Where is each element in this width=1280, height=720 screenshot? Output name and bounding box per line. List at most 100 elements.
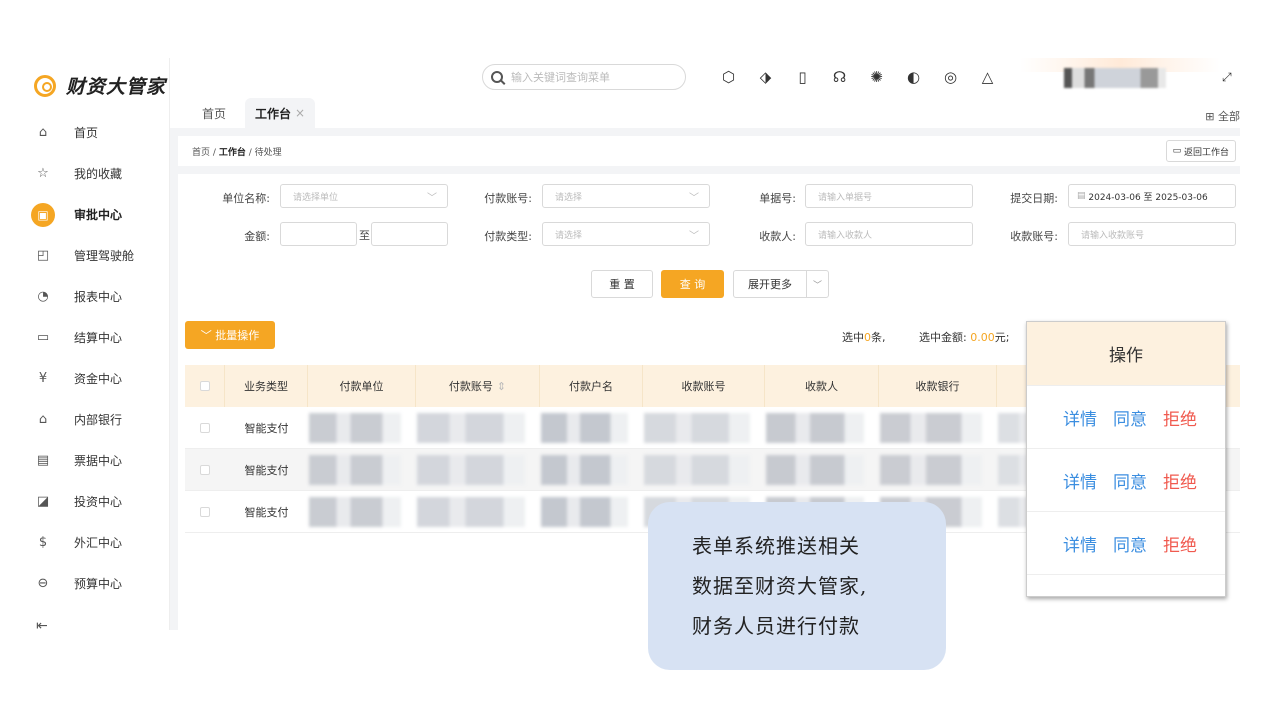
fullscreen-icon[interactable]: ⤢ bbox=[1222, 70, 1232, 85]
settings-icon[interactable]: ◎ bbox=[932, 68, 969, 86]
sidebar-item[interactable]: ⊖ 预算中心 bbox=[22, 563, 170, 604]
row-checkbox[interactable] bbox=[200, 465, 210, 475]
monitor-icon: ▭ bbox=[1172, 146, 1184, 156]
menu-search-input[interactable]: 输入关键词查询菜单 bbox=[482, 64, 686, 90]
bell-icon[interactable]: △ bbox=[969, 68, 1006, 86]
sidebar-item[interactable]: ⌂ 内部银行 bbox=[22, 399, 170, 440]
tab-workbench[interactable]: 工作台 × bbox=[245, 98, 316, 128]
sidebar-item[interactable]: ◪ 投资中心 bbox=[22, 481, 170, 522]
cube-icon[interactable]: ⬡ bbox=[710, 68, 747, 86]
amount-min-input[interactable] bbox=[280, 222, 357, 246]
sidebar-item[interactable]: ▭ 结算中心 bbox=[22, 317, 170, 358]
reject-link[interactable]: 拒绝 bbox=[1163, 405, 1197, 430]
wallet-icon: ▭ bbox=[36, 330, 50, 345]
redacted-cell bbox=[880, 455, 982, 485]
chevron-down-icon: ﹀ bbox=[200, 329, 216, 342]
col-payee: 收款人 bbox=[765, 365, 879, 407]
expand-more-button[interactable]: 展开更多 ﹀ bbox=[733, 270, 829, 298]
all-tabs-button[interactable]: ⊞ 全部 bbox=[1205, 108, 1240, 124]
reject-link[interactable]: 拒绝 bbox=[1163, 531, 1197, 556]
recv-account-input[interactable]: 请输入收款账号 bbox=[1068, 222, 1236, 246]
recv-account-placeholder: 请输入收款账号 bbox=[1081, 230, 1145, 241]
sidebar-item-label: 票据中心 bbox=[74, 454, 123, 468]
submit-date-value: 2024-03-06 至 2025-03-06 bbox=[1088, 192, 1208, 203]
breadcrumb-sep: / bbox=[212, 148, 216, 158]
doc-no-label: 单据号: bbox=[759, 192, 796, 205]
selected-amount-suffix: 元; bbox=[994, 331, 1010, 344]
sidebar-item[interactable]: ◰ 管理驾驶舱 bbox=[22, 235, 170, 276]
col-pay-account[interactable]: 付款账号 ⇕ bbox=[416, 365, 540, 407]
fan-icon[interactable]: ✺ bbox=[858, 68, 895, 86]
approve-link[interactable]: 同意 bbox=[1113, 531, 1147, 556]
sidebar-item[interactable]: ☆ 我的收藏 bbox=[22, 153, 170, 194]
back-button-label: 返回工作台 bbox=[1183, 147, 1229, 158]
sidebar-item[interactable]: ⌂ 首页 bbox=[22, 112, 170, 153]
sidebar-item-label: 资金中心 bbox=[74, 372, 123, 386]
sidebar-item[interactable]: ¥ 资金中心 bbox=[22, 358, 170, 399]
bank-icon: ⌂ bbox=[38, 412, 48, 427]
sidebar-item-label: 首页 bbox=[74, 126, 99, 140]
checkbox[interactable] bbox=[199, 381, 210, 391]
payee-input[interactable]: 请输入收款人 bbox=[805, 222, 973, 246]
select-all-checkbox[interactable] bbox=[185, 365, 225, 407]
biz-type-cell: 智能支付 bbox=[244, 422, 289, 435]
row-checkbox-cell[interactable] bbox=[185, 407, 225, 449]
sidebar-item[interactable]: $ 外汇中心 bbox=[22, 522, 170, 563]
sidebar-item[interactable]: ◔ 报表中心 bbox=[22, 276, 170, 317]
sidebar-item[interactable]: ▤ 票据中心 bbox=[22, 440, 170, 481]
chevron-down-icon: ﹀ bbox=[427, 193, 437, 204]
pay-type-select[interactable]: 请选择 ﹀ bbox=[542, 222, 710, 246]
row-checkbox[interactable] bbox=[200, 507, 210, 517]
callout-line: 财务人员进行付款 bbox=[692, 614, 860, 638]
detail-link[interactable]: 详情 bbox=[1063, 468, 1097, 493]
chevron-down-icon[interactable]: ﹀ bbox=[806, 271, 828, 297]
sidebar-item[interactable]: ▣ 审批中心 bbox=[22, 194, 170, 235]
approve-link[interactable]: 同意 bbox=[1113, 468, 1147, 493]
submit-date-range[interactable]: ▤ 2024-03-06 至 2025-03-06 bbox=[1068, 184, 1236, 208]
close-tab-icon[interactable]: × bbox=[295, 106, 305, 120]
app-name: 财资大管家 bbox=[66, 76, 167, 98]
detail-link[interactable]: 详情 bbox=[1063, 531, 1097, 556]
redacted-cell bbox=[541, 455, 628, 485]
user-avatar-blurred[interactable] bbox=[1064, 68, 1166, 88]
moon-icon[interactable]: ◐ bbox=[895, 68, 932, 86]
biz-type-cell: 智能支付 bbox=[244, 464, 289, 477]
detail-link[interactable]: 详情 bbox=[1063, 405, 1097, 430]
headset-icon[interactable]: ☊ bbox=[821, 68, 858, 86]
tab-home-label: 首页 bbox=[202, 106, 227, 121]
sidebar-item-label: 结算中心 bbox=[74, 331, 123, 345]
callout-line: 表单系统推送相关 bbox=[692, 534, 860, 558]
batch-label: 批量操作 bbox=[215, 329, 260, 342]
book-icon[interactable]: ▯ bbox=[784, 68, 821, 86]
batch-operation-button[interactable]: ﹀ 批量操作 bbox=[185, 321, 275, 349]
row-checkbox-cell[interactable] bbox=[185, 491, 225, 533]
sidebar-item-label: 审批中心 bbox=[74, 208, 123, 222]
sidebar-item-label: 投资中心 bbox=[74, 495, 123, 509]
unit-select[interactable]: 请选择单位 ﹀ bbox=[280, 184, 448, 208]
operations-row: 详情 同意 拒绝 bbox=[1027, 386, 1225, 449]
doc-no-input[interactable]: 请输入单据号 bbox=[805, 184, 973, 208]
sort-icon[interactable]: ⇕ bbox=[497, 380, 506, 393]
row-checkbox[interactable] bbox=[200, 423, 210, 433]
breadcrumb-root[interactable]: 首页 bbox=[192, 148, 210, 158]
redacted-cell bbox=[417, 413, 525, 443]
puzzle-icon[interactable]: ⬗ bbox=[747, 68, 784, 86]
back-to-workbench-button[interactable]: ▭ 返回工作台 bbox=[1165, 140, 1236, 162]
redacted-cell bbox=[644, 455, 750, 485]
breadcrumb-mid[interactable]: 工作台 bbox=[219, 148, 246, 158]
collapse-sidebar-icon[interactable]: ⇤ bbox=[36, 618, 48, 630]
approve-link[interactable]: 同意 bbox=[1113, 405, 1147, 430]
tab-home[interactable]: 首页 bbox=[192, 98, 236, 128]
operations-header: 操作 bbox=[1027, 322, 1225, 386]
operations-row: 详情 同意 拒绝 bbox=[1027, 449, 1225, 512]
pay-account-select[interactable]: 请选择 ﹀ bbox=[542, 184, 710, 208]
pay-account-label: 付款账号: bbox=[484, 192, 532, 205]
query-button[interactable]: 查 询 bbox=[661, 270, 724, 298]
search-icon bbox=[491, 71, 503, 83]
row-checkbox-cell[interactable] bbox=[185, 449, 225, 491]
reset-button[interactable]: 重 置 bbox=[591, 270, 653, 298]
star-icon: ☆ bbox=[37, 166, 49, 181]
reject-link[interactable]: 拒绝 bbox=[1163, 468, 1197, 493]
dashboard-icon: ◰ bbox=[36, 248, 50, 263]
amount-max-input[interactable] bbox=[371, 222, 448, 246]
